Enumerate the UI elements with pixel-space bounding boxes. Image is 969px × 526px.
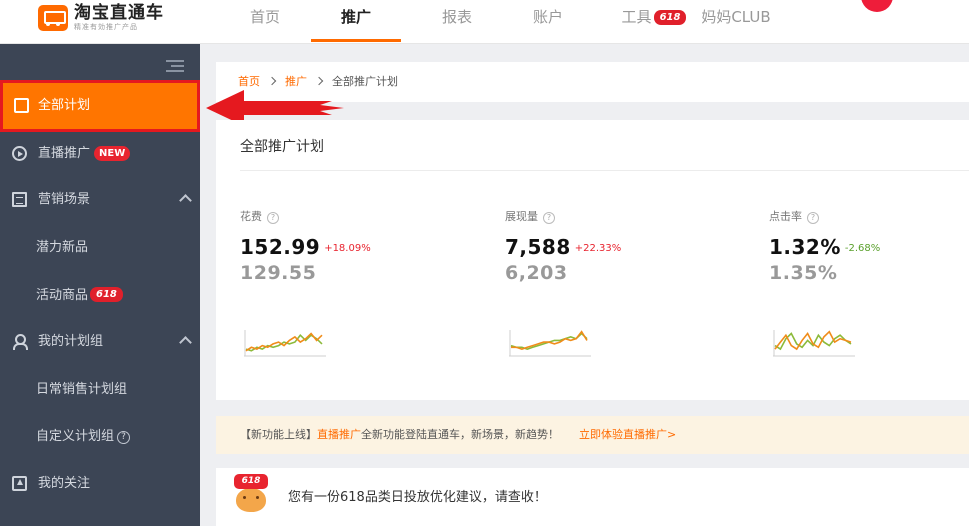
sidebar: 全部计划 直播推广 NEW 营销场景 潜力新品 活动商品 618 我的计划组 日常销… [0,44,200,526]
breadcrumb-current: 全部推广计划 [332,75,398,88]
metric-value: 1.32% [769,235,841,259]
nav-tools-label: 工具 [621,8,652,26]
sidebar-item-my-follows[interactable]: 我的关注 [0,460,200,508]
advice-text: 您有一份618品类日投放优化建议，请查收！ [288,490,547,505]
sparkline-impressions [509,330,591,357]
sidebar-item-label: 我的计划组 [38,334,104,349]
divider [240,170,969,171]
help-icon[interactable]: ? [267,212,279,224]
card-title: 全部推广计划 [240,139,324,155]
feature-notice-bar: 【新功能上线】直播推广全新功能登陆直通车，新场景，新趋势！ 立即体验直播推广> [216,416,969,454]
document-icon [12,192,27,207]
collapse-menu-icon[interactable] [166,60,184,74]
metric-impressions: 展现量? 7,588 +22.33% 6,203 [505,208,745,284]
help-icon[interactable]: ? [807,212,819,224]
sidebar-item-daily-sales-group[interactable]: 日常销售计划组 [0,366,200,414]
logo[interactable]: 淘宝直通车 精准有効推广产品 [38,3,164,32]
sidebar-item-custom-group[interactable]: 自定义计划组? [0,413,200,461]
help-icon[interactable]: ? [117,431,131,444]
metric-cost: 花费? 152.99 +18.09% 129.55 [240,208,480,284]
logo-title: 淘宝直通车 [74,3,164,23]
sparkline-green-series [510,332,588,350]
metric-ctr: 点击率? 1.32% -2.68% 1.35% [769,208,969,284]
car-logo-icon [38,4,68,31]
breadcrumb-home[interactable]: 首页 [238,75,260,88]
badge-618-icon: 618 [90,287,123,302]
sidebar-item-marketing-scenes[interactable]: 营销场景 [0,176,200,224]
sidebar-item-potential-new[interactable]: 潜力新品 [0,224,200,272]
breadcrumb-promotion[interactable]: 推广 [285,75,307,88]
sidebar-item-label: 潜力新品 [36,240,89,255]
sparkline-cost [244,330,326,357]
badge-618-icon: 618 [653,10,687,25]
nav-tools[interactable]: 工具 618 [612,0,696,44]
nav-home[interactable]: 首页 [236,0,294,44]
notice-prefix: 【新功能上线】 [240,428,317,441]
metric-delta: +22.33% [574,243,622,254]
user-icon [12,334,28,350]
sparkline-orange-series [511,330,588,350]
sidebar-item-my-plan-groups[interactable]: 我的计划组 [0,318,200,366]
sidebar-item-label: 活动商品 [36,288,89,303]
metric-label: 展现量 [505,210,538,223]
sidebar-item-label: 全部计划 [38,98,91,113]
badge-618-icon: 618 [234,474,268,489]
top-nav-bar: 淘宝直通车 精准有効推广产品 首页 推广 报表 账户 工具 618 妈妈CLUB [0,0,969,44]
chevron-right-icon [314,76,324,86]
favorite-icon [12,476,27,491]
notice-body: 全新功能登陆直通车，新场景，新趋势！ [361,428,559,441]
sidebar-item-label: 自定义计划组 [36,429,115,444]
sidebar-item-live-promotion[interactable]: 直播推广 NEW [0,130,200,178]
sidebar-item-label: 日常销售计划组 [36,382,128,397]
nav-mama-club[interactable]: 妈妈CLUB [696,0,776,44]
notice-highlight-link[interactable]: 直播推广 [317,428,361,441]
mascot-avatar: 618 [234,474,268,524]
chevron-right-icon [267,76,277,86]
chevron-up-icon [179,194,192,207]
notice-cta-link[interactable]: 立即体验直播推广> [579,428,676,441]
sidebar-item-label: 我的关注 [38,476,91,491]
sidebar-item-all-plans[interactable]: 全部计划 [0,80,200,132]
play-circle-icon [12,146,27,161]
nav-account[interactable]: 账户 [519,0,577,44]
sidebar-item-label: 直播推广 [38,146,91,161]
optimization-advice-card[interactable]: 618 您有一份618品类日投放优化建议，请查收！ [216,468,969,526]
chevron-up-icon [179,336,192,349]
main-nav: 首页 推广 报表 账户 工具 618 妈妈CLUB [236,0,776,44]
metric-previous: 1.35% [769,262,838,284]
corner-decoration [861,0,893,12]
nav-reports[interactable]: 报表 [428,0,486,44]
metric-delta: +18.09% [324,243,371,254]
metric-previous: 129.55 [240,262,317,284]
metric-value: 152.99 [240,235,321,259]
new-badge: NEW [94,146,131,161]
mascot-face-icon [236,488,266,512]
metric-previous: 6,203 [505,262,568,284]
plans-overview-card: 全部推广计划 花费? 152.99 +18.09% 129.55 展现量? 7,5… [216,120,969,400]
sidebar-item-event-products[interactable]: 活动商品 618 [0,272,200,320]
metric-value: 7,588 [505,235,571,259]
logo-subtitle: 精准有効推广产品 [74,23,138,31]
metric-label: 花费 [240,210,262,223]
nav-promotion[interactable]: 推广 [311,0,401,44]
sidebar-item-label: 营销场景 [38,192,91,207]
metric-delta: -2.68% [844,243,881,254]
metric-label: 点击率 [769,210,802,223]
help-icon[interactable]: ? [543,212,555,224]
sparkline-ctr [773,330,855,357]
plan-icon [14,98,29,113]
